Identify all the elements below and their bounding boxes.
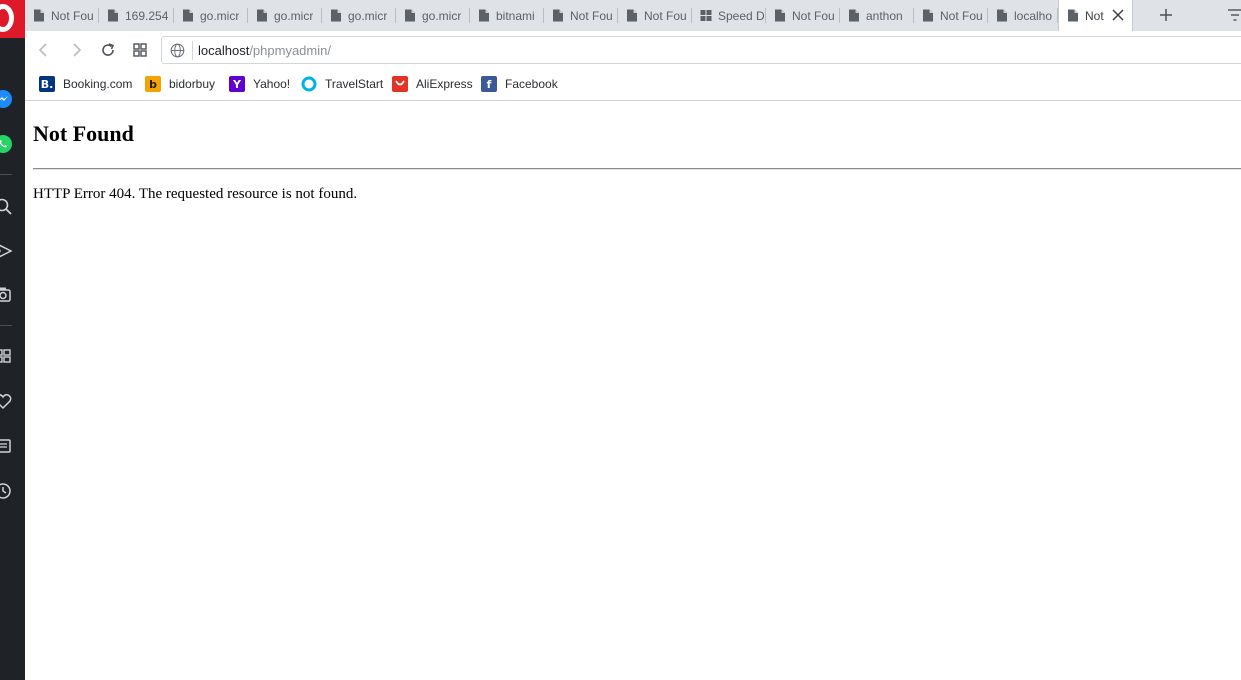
browser-tab[interactable]: Not Fou <box>914 0 988 31</box>
speed-dial-icon <box>700 10 712 21</box>
bookmark-label: TravelStart <box>325 77 384 91</box>
page-icon <box>479 9 489 22</box>
page-icon <box>331 9 341 22</box>
browser-tab[interactable]: Not Fou <box>766 0 840 31</box>
browser-tab[interactable]: go.micr <box>396 0 470 31</box>
tab-title: Not Fou <box>792 8 835 23</box>
browser-tab[interactable]: Not Fou <box>544 0 618 31</box>
address-bar[interactable]: localhost/phpmyadmin/ <box>161 36 1241 64</box>
facebook-icon: f <box>481 76 497 92</box>
new-tab-plus-icon[interactable] <box>1158 7 1174 23</box>
tab-title: Not Fou <box>51 8 94 23</box>
history-icon[interactable] <box>0 481 13 501</box>
heart-icon[interactable] <box>0 391 13 411</box>
tab-title: Not Fou <box>644 8 687 23</box>
browser-tab[interactable]: anthon <box>840 0 914 31</box>
tab-title: go.micr <box>274 8 314 23</box>
page-heading: Not Found <box>33 121 134 146</box>
browser-tab[interactable]: Not <box>1058 0 1133 31</box>
sidebar-divider <box>0 325 12 326</box>
booking-icon: B. <box>39 76 55 92</box>
browser-tab[interactable]: go.micr <box>322 0 396 31</box>
tab-strip: Not Fou 169.254 go.micr go.micr go.micr go.mi… <box>25 0 1241 31</box>
tab-title: Not Fou <box>940 8 983 23</box>
opera-sidebar <box>0 0 25 680</box>
url-host: localhost <box>198 43 250 58</box>
browser-tab[interactable]: Not Fou <box>25 0 99 31</box>
news-icon[interactable] <box>0 436 13 456</box>
page-icon <box>108 9 118 22</box>
whatsapp-icon[interactable] <box>0 134 13 154</box>
speed-dial-icon[interactable] <box>0 346 13 366</box>
back-arrow-icon[interactable] <box>35 41 53 59</box>
navigation-toolbar: localhost/phpmyadmin/ <box>25 31 1241 69</box>
tab-title: bitnami <box>496 8 535 23</box>
tab-title: go.micr <box>200 8 240 23</box>
tab-title: go.micr <box>348 8 388 23</box>
tab-title: go.micr <box>422 8 462 23</box>
page-icon <box>997 9 1007 22</box>
bidorbuy-icon: b <box>145 76 161 92</box>
bookmark-bidorbuy[interactable]: b bidorbuy <box>145 75 215 93</box>
bookmark-booking-com[interactable]: B. Booking.com <box>39 75 132 93</box>
browser-tab[interactable]: Speed D <box>692 0 766 31</box>
page-icon <box>553 9 563 22</box>
url-path: /phpmyadmin/ <box>249 43 331 58</box>
bookmark-label: Yahoo! <box>253 77 291 91</box>
forward-arrow-icon[interactable] <box>67 41 85 59</box>
reload-icon[interactable] <box>99 41 117 59</box>
tab-title: localho <box>1014 8 1053 23</box>
bookmark-facebook[interactable]: f Facebook <box>481 75 558 93</box>
browser-tab[interactable]: go.micr <box>174 0 248 31</box>
page-icon <box>923 9 933 22</box>
tab-title: Not <box>1085 8 1104 23</box>
bookmark-label: Booking.com <box>63 77 133 91</box>
bookmark-yahoo[interactable]: Y Yahoo! <box>229 75 290 93</box>
tab-title: Not Fou <box>570 8 613 23</box>
page-icon <box>849 9 859 22</box>
yahoo-icon: Y <box>229 76 245 92</box>
page-content: Not Found HTTP Error 404. The requested … <box>25 101 1241 680</box>
page-icon <box>257 9 267 22</box>
tab-grid-icon[interactable] <box>131 41 149 59</box>
browser-tab[interactable]: 169.254 <box>99 0 174 31</box>
send-icon[interactable] <box>0 241 13 261</box>
browser-tab[interactable]: localho <box>988 0 1058 31</box>
bookmark-label: bidorbuy <box>169 77 216 91</box>
tab-title: 169.254 <box>125 8 169 23</box>
aliexpress-icon <box>392 76 408 92</box>
page-icon <box>775 9 785 22</box>
page-icon <box>34 9 44 22</box>
travelstart-icon <box>301 76 317 92</box>
sidebar-divider <box>0 174 12 175</box>
browser-tab[interactable]: Not Fou <box>618 0 692 31</box>
bookmark-travelstart[interactable]: TravelStart <box>301 75 383 93</box>
bookmark-label: Facebook <box>505 77 558 91</box>
page-icon <box>627 9 637 22</box>
url-text[interactable]: localhost/phpmyadmin/ <box>198 43 331 58</box>
address-divider <box>192 41 193 60</box>
search-icon[interactable] <box>0 196 13 216</box>
bookmark-aliexpress[interactable]: AliExpress <box>392 75 473 93</box>
browser-tab[interactable]: go.micr <box>248 0 322 31</box>
page-icon <box>1068 9 1078 22</box>
close-tab-icon[interactable] <box>1112 9 1124 21</box>
messenger-icon[interactable] <box>0 89 13 109</box>
browser-tab[interactable]: bitnami <box>470 0 544 31</box>
page-icon <box>183 9 193 22</box>
page-icon <box>405 9 415 22</box>
tab-menu-icon[interactable] <box>1227 8 1241 22</box>
globe-icon[interactable] <box>170 43 185 58</box>
tab-title: anthon <box>866 8 903 23</box>
bookmarks-bar: B. Booking.com b bidorbuy Y Yahoo! TravelStart… <box>25 69 1241 101</box>
error-message: HTTP Error 404. The requested resource i… <box>33 186 358 202</box>
tab-title: Speed D <box>718 8 765 23</box>
bookmark-label: AliExpress <box>416 77 473 91</box>
opera-logo-icon[interactable] <box>0 0 25 38</box>
heading-rule <box>33 168 1241 170</box>
camera-icon[interactable] <box>0 284 13 304</box>
